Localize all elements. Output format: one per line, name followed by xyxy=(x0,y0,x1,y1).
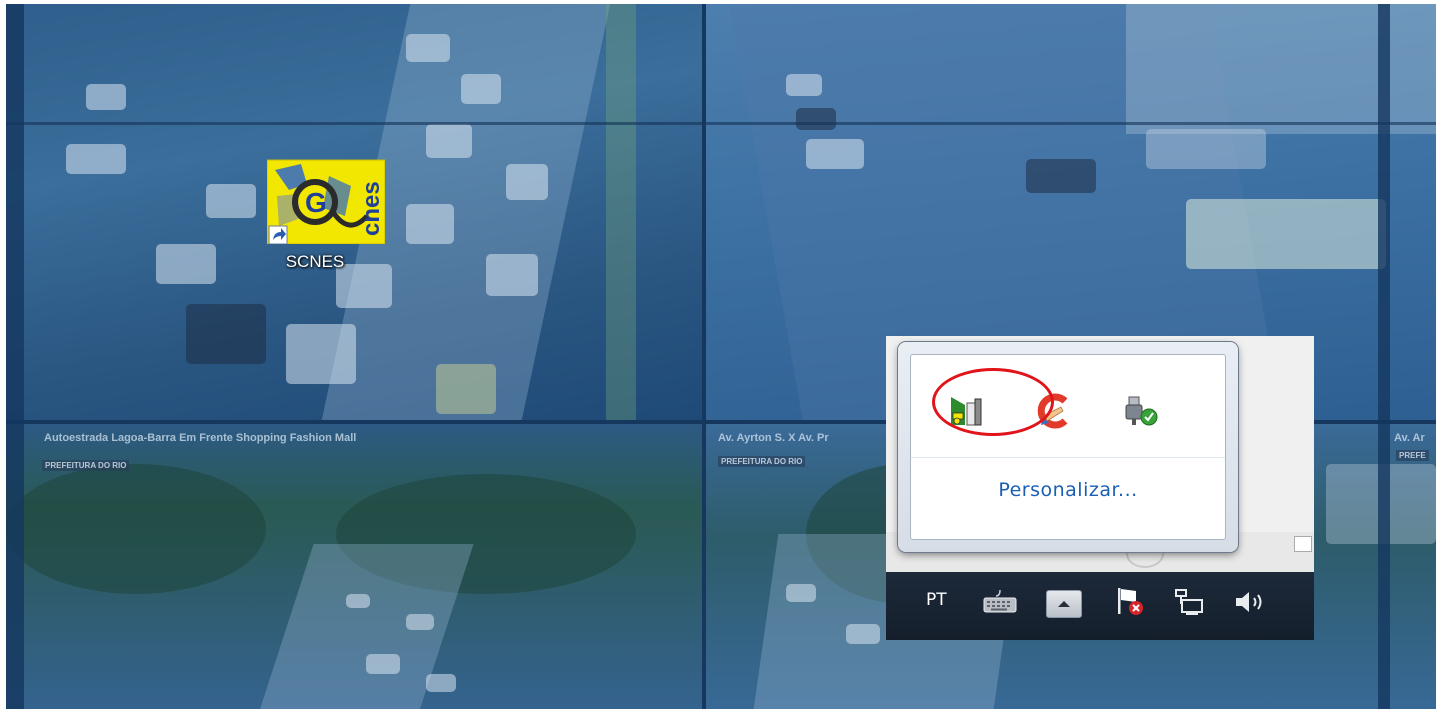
notification-area-crop: Personalizar... PT xyxy=(886,336,1314,640)
scnes-app-icon: G cnes xyxy=(266,156,386,245)
wallpaper-tag: PREFEITURA DO RIO xyxy=(42,460,130,471)
scnes-tray-icon[interactable] xyxy=(947,393,987,429)
keyboard-icon[interactable] xyxy=(982,588,1018,621)
network-icon[interactable] xyxy=(1172,586,1206,623)
panel-divider xyxy=(911,457,1225,458)
wallpaper-tag: PREFEITURA DO RIO xyxy=(718,456,806,467)
taskbar: PT xyxy=(886,572,1314,640)
volume-icon[interactable] xyxy=(1230,586,1270,623)
shortcut-icon-letter: G xyxy=(305,187,327,218)
hidden-icons-popup: Personalizar... xyxy=(898,342,1238,552)
hidden-icons-panel: Personalizar... xyxy=(910,354,1226,540)
safely-remove-hardware-icon[interactable] xyxy=(1121,393,1161,429)
ccleaner-icon[interactable] xyxy=(1035,393,1075,429)
desktop: Autoestrada Lagoa-Barra Em Frente Shoppi… xyxy=(6,4,1436,709)
customize-link[interactable]: Personalizar... xyxy=(911,479,1225,501)
wallpaper-tag: PREFE xyxy=(1396,450,1429,461)
language-indicator[interactable]: PT xyxy=(926,590,947,610)
show-hidden-icons-button[interactable] xyxy=(1046,590,1082,618)
shortcut-icon-text: cnes xyxy=(358,181,385,236)
wallpaper-caption: Av. Ar xyxy=(1394,432,1425,444)
shortcut-label: SCNES xyxy=(285,252,345,271)
scnes-desktop-shortcut[interactable]: G cnes SCNES xyxy=(261,156,386,272)
action-center-flag-icon[interactable] xyxy=(1112,586,1146,623)
wallpaper-caption: Autoestrada Lagoa-Barra Em Frente Shoppi… xyxy=(44,432,357,444)
wallpaper-caption: Av. Ayrton S. X Av. Pr xyxy=(718,432,829,444)
